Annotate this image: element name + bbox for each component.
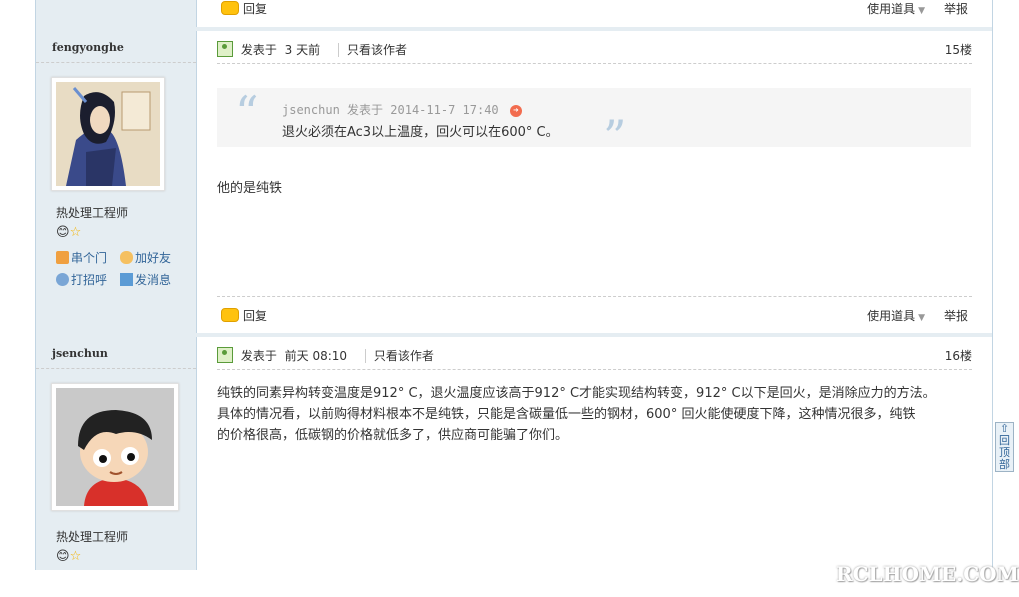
user-rank: 热处理工程师 <box>56 530 129 544</box>
watermark: RCLHOME.COM <box>836 562 1019 586</box>
content-line: 纯铁的同素异构转变温度是912° C，退火温度应该高于912° C才能实现结构转… <box>217 386 936 401</box>
reply-button[interactable]: 回复 <box>221 307 267 324</box>
greet-icon <box>56 273 69 286</box>
jump-to-post-icon[interactable]: ➜ <box>509 105 522 117</box>
previous-post-footer: 回复 使用道具 ▼ 举报 <box>36 0 992 28</box>
content-line: 的价格很高，低碳钢的价格就低多了，供应商可能骗了你们。 <box>217 428 569 443</box>
tools-dropdown[interactable]: 使用道具 ▼ <box>867 307 925 324</box>
star-icon: ☆ <box>69 549 82 564</box>
envelope-icon <box>120 273 133 286</box>
post-actions: 回复 使用道具 ▼ 举报 <box>217 307 972 327</box>
user-rank: 热处理工程师 <box>56 206 129 220</box>
posted-label: 发表于 <box>240 43 277 57</box>
post-actions: 回复 使用道具 ▼ 举报 <box>217 0 972 20</box>
floor-number[interactable]: 16楼 <box>945 347 972 364</box>
quote-meta: jsenchun 发表于 2014-11-7 17:40 ➜ <box>282 101 522 118</box>
post-time: 3 天前 <box>284 43 321 57</box>
post-header: 发表于 3 天前 只看该作者 15楼 <box>217 41 972 59</box>
online-status-icon <box>217 347 233 363</box>
add-friend-link[interactable]: 加好友 <box>120 249 171 266</box>
post-time: 前天 08:10 <box>284 349 348 363</box>
star-icon: ☆ <box>69 225 82 240</box>
avatar-image <box>56 388 174 506</box>
divider <box>217 296 972 297</box>
quote-open-icon: “ <box>235 86 259 140</box>
rank-icons: 😊☆ <box>56 549 81 564</box>
quote-time: 2014-11-7 17:40 <box>390 103 499 117</box>
floor-number[interactable]: 15楼 <box>945 41 972 58</box>
divider <box>36 62 196 63</box>
avatar[interactable] <box>51 383 179 511</box>
quote-close-icon: ” <box>603 110 627 164</box>
online-status-icon <box>217 41 233 57</box>
smile-icon: 😊 <box>56 225 70 240</box>
avatar[interactable] <box>51 77 165 191</box>
handshake-icon <box>120 251 133 264</box>
reply-button[interactable]: 回复 <box>221 0 267 17</box>
post-15: fengyonghe 热处理工程师 😊☆ 串个门 加好友 打招呼 发消息 发表于… <box>36 31 992 333</box>
divider <box>36 368 196 369</box>
back-to-top-button[interactable]: ⇧ 回顶部 <box>995 422 1014 472</box>
author-sidebar: fengyonghe 热处理工程师 😊☆ 串个门 加好友 打招呼 发消息 <box>36 31 197 333</box>
quote-text: 退火必须在Ac3以上温度，回火可以在600° C。 <box>282 125 559 140</box>
divider <box>217 63 972 64</box>
quote-posted-label: 发表于 <box>347 103 384 117</box>
report-button[interactable]: 举报 <box>944 0 968 17</box>
posted-label: 发表于 <box>240 349 277 363</box>
quote-author: jsenchun <box>282 103 340 117</box>
reply-icon <box>221 308 239 322</box>
forum-thread: 回复 使用道具 ▼ 举报 fengyonghe 热处理工程师 😊☆ 串个门 加好… <box>35 0 993 570</box>
post-16: jsenchun 热处理工程师 😊☆ 发表于 前天 08:10 只看该作者 16… <box>36 337 992 570</box>
author-sidebar <box>36 0 197 28</box>
only-author-link[interactable]: 只看该作者 <box>364 349 434 363</box>
message-link[interactable]: 发消息 <box>120 271 171 288</box>
divider <box>217 369 972 370</box>
content-line: 具体的情况看，以前购得材料根本不是纯铁，只能是含碳量低一些的钢材，600° 回火… <box>217 407 916 422</box>
avatar-image <box>56 82 160 186</box>
reply-icon <box>221 1 239 15</box>
caret-down-icon: ▼ <box>918 313 925 323</box>
quote-block: “ jsenchun 发表于 2014-11-7 17:40 ➜ 退火必须在Ac… <box>217 86 971 164</box>
caret-down-icon: ▼ <box>918 6 925 16</box>
visit-link[interactable]: 串个门 <box>56 249 107 266</box>
back-to-top-label: 回顶部 <box>999 434 1010 471</box>
author-name[interactable]: jsenchun <box>52 347 108 360</box>
only-author-link[interactable]: 只看该作者 <box>337 43 407 57</box>
tools-dropdown[interactable]: 使用道具 ▼ <box>867 0 925 17</box>
post-header: 发表于 前天 08:10 只看该作者 16楼 <box>217 347 972 365</box>
author-sidebar: jsenchun 热处理工程师 😊☆ <box>36 337 197 570</box>
greet-link[interactable]: 打招呼 <box>56 271 107 288</box>
author-name[interactable]: fengyonghe <box>52 41 124 54</box>
post-content: 他的是纯铁 <box>217 181 283 196</box>
report-button[interactable]: 举报 <box>944 307 968 324</box>
post-content: 纯铁的同素异构转变温度是912° C，退火温度应该高于912° C才能实现结构转… <box>217 383 972 446</box>
rank-icons: 😊☆ <box>56 225 81 240</box>
smile-icon: 😊 <box>56 549 70 564</box>
home-icon <box>56 251 69 264</box>
